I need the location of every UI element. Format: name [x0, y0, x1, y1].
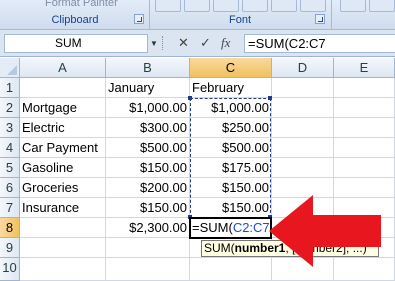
cell-b10[interactable]	[106, 258, 190, 281]
row-header-10[interactable]: 10	[0, 258, 20, 281]
ribbon-button[interactable]	[369, 0, 395, 12]
cell-a7[interactable]: Insurance	[20, 198, 106, 218]
ribbon-button[interactable]	[155, 0, 181, 12]
cell-d1[interactable]	[272, 78, 334, 98]
row-header-3[interactable]: 3	[0, 118, 20, 138]
row-header-5[interactable]: 5	[0, 158, 20, 178]
column-header-d[interactable]: D	[272, 58, 334, 78]
ribbon: Format Painter Clipboard Font	[0, 0, 395, 30]
red-arrow-icon	[269, 195, 381, 267]
cell-a6[interactable]: Groceries	[20, 178, 106, 198]
ribbon-button[interactable]	[340, 0, 366, 12]
red-arrow-shape	[269, 195, 381, 267]
formula-input[interactable]: =SUM(C2:C7	[244, 34, 395, 53]
group-separator	[331, 0, 332, 30]
row-header-4[interactable]: 4	[0, 138, 20, 158]
formula-range-reference: C2:C7	[232, 220, 270, 235]
formula-bar-divider	[162, 36, 170, 50]
cancel-icon[interactable]: ✕	[178, 36, 189, 50]
ribbon-button[interactable]	[184, 0, 210, 12]
cell-a3[interactable]: Electric	[20, 118, 106, 138]
cell-e4[interactable]	[334, 138, 395, 158]
column-header-a[interactable]: A	[20, 58, 106, 78]
cell-d5[interactable]	[272, 158, 334, 178]
column-header-b[interactable]: B	[106, 58, 190, 78]
name-box[interactable]: SUM	[4, 34, 148, 53]
row-header-1[interactable]: 1	[0, 78, 20, 98]
cell-b7[interactable]: $150.00	[106, 198, 190, 218]
cell-d4[interactable]	[272, 138, 334, 158]
insert-function-icon[interactable]: fx	[221, 36, 230, 50]
cell-a10[interactable]	[20, 258, 106, 281]
active-cell-c8[interactable]: =SUM(C2:C7	[189, 217, 272, 239]
font-dialog-launcher-icon[interactable]	[315, 14, 325, 24]
cell-e5[interactable]	[334, 158, 395, 178]
cell-b4[interactable]: $500.00	[106, 138, 190, 158]
range-handle[interactable]	[188, 96, 192, 100]
enter-icon[interactable]: ✓	[200, 36, 211, 50]
cell-a8[interactable]	[20, 218, 106, 238]
cell-c10[interactable]	[190, 258, 272, 281]
cell-d3[interactable]	[272, 118, 334, 138]
row-header-9[interactable]: 9	[0, 238, 20, 258]
cell-b9[interactable]	[106, 238, 190, 258]
ribbon-button[interactable]	[300, 0, 326, 12]
row-header-7[interactable]: 7	[0, 198, 20, 218]
cell-b8[interactable]: $2,300.00	[106, 218, 190, 238]
row-header-2[interactable]: 2	[0, 98, 20, 118]
row-header-6[interactable]: 6	[0, 178, 20, 198]
cell-b6[interactable]: $200.00	[106, 178, 190, 198]
cell-b1[interactable]: January	[106, 78, 190, 98]
cell-d2[interactable]	[272, 98, 334, 118]
cell-b3[interactable]: $300.00	[106, 118, 190, 138]
cell-e2[interactable]	[334, 98, 395, 118]
clipboard-group-label: Clipboard	[51, 14, 99, 26]
ribbon-button[interactable]	[242, 0, 268, 12]
chevron-down-icon[interactable]: ▼	[150, 39, 158, 48]
cell-a4[interactable]: Car Payment	[20, 138, 106, 158]
cell-e1[interactable]	[334, 78, 395, 98]
cell-b2[interactable]: $1,000.00	[106, 98, 190, 118]
cell-a9[interactable]	[20, 238, 106, 258]
cell-c1[interactable]: February	[190, 78, 272, 98]
range-handle[interactable]	[268, 96, 272, 100]
cell-a1[interactable]	[20, 78, 106, 98]
clipboard-dialog-launcher-icon[interactable]	[134, 14, 144, 24]
cell-e3[interactable]	[334, 118, 395, 138]
column-header-e[interactable]: E	[334, 58, 395, 78]
cell-a5[interactable]: Gasoline	[20, 158, 106, 178]
cell-a2[interactable]: Mortgage	[20, 98, 106, 118]
cell-b5[interactable]: $150.00	[106, 158, 190, 178]
font-group-label: Font	[228, 14, 251, 26]
select-all-button[interactable]	[0, 58, 20, 78]
column-header-c[interactable]: C	[190, 58, 272, 78]
format-painter-button[interactable]: Format Painter	[45, 0, 118, 9]
formula-prefix: =SUM(	[192, 220, 233, 235]
tooltip-function[interactable]: SUM(	[204, 241, 235, 255]
range-reference-marquee	[190, 98, 271, 218]
formula-bar: SUM ▼ ✕ ✓ fx =SUM(C2:C7	[0, 30, 395, 57]
ribbon-button[interactable]	[271, 0, 297, 12]
row-header-8[interactable]: 8	[0, 218, 20, 238]
ribbon-button[interactable]	[213, 0, 239, 12]
